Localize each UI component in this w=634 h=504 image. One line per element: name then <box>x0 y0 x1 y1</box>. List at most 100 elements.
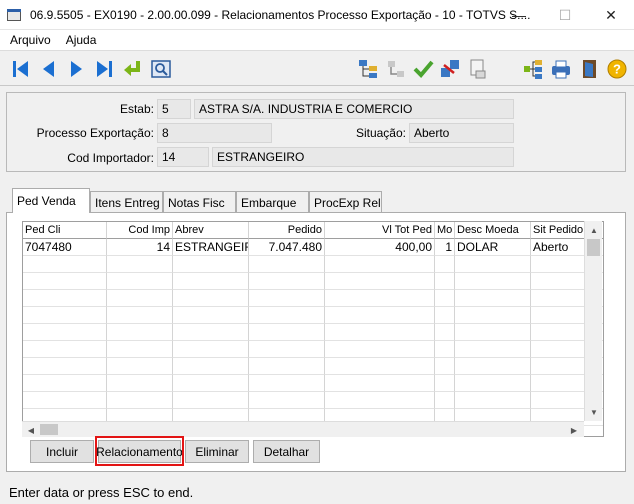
relation-button[interactable] <box>521 57 545 81</box>
empty-grid-cell <box>23 341 107 358</box>
prev-record-button[interactable] <box>37 57 61 81</box>
print-icon <box>552 60 570 79</box>
first-record-button[interactable] <box>9 57 33 81</box>
col-cod-imp[interactable]: Cod Imp <box>107 222 173 239</box>
empty-grid-cell <box>435 290 455 307</box>
exit-icon <box>583 60 596 78</box>
empty-grid-cell <box>23 324 107 341</box>
col-ped-cli[interactable]: Ped Cli <box>23 222 107 239</box>
empty-grid-row <box>23 375 603 392</box>
transfer-icon <box>441 60 459 77</box>
cell-abrev: ESTRANGEIRO <box>173 239 249 256</box>
empty-grid-row <box>23 256 603 273</box>
empty-grid-cell <box>325 256 435 273</box>
scroll-right-icon[interactable]: ▶ <box>567 423 581 437</box>
menu-ajuda[interactable]: Ajuda <box>61 33 102 47</box>
importador-code-field: 14 <box>157 147 209 167</box>
empty-grid-cell <box>23 256 107 273</box>
empty-grid-cell <box>325 290 435 307</box>
empty-grid-cell <box>107 375 173 392</box>
empty-grid-cell <box>249 307 325 324</box>
col-vl-tot-ped[interactable]: Vl Tot Ped <box>325 222 435 239</box>
scroll-down-icon[interactable]: ▼ <box>587 405 601 419</box>
col-abrev[interactable]: Abrev <box>173 222 249 239</box>
vertical-scrollbar[interactable]: ▲ ▼ <box>584 221 602 421</box>
next-record-button[interactable] <box>64 57 88 81</box>
first-icon <box>13 61 28 77</box>
empty-grid-cell <box>455 324 531 341</box>
empty-grid-cell <box>455 256 531 273</box>
empty-grid-cell <box>249 392 325 409</box>
eliminar-button[interactable]: Eliminar <box>185 440 249 463</box>
table-row[interactable]: 7047480 14 ESTRANGEIRO 7.047.480 400,00 … <box>23 239 603 256</box>
empty-grid-cell <box>455 307 531 324</box>
last-record-button[interactable] <box>92 57 116 81</box>
toolbar: ? <box>0 50 634 86</box>
situacao-label: Situação: <box>355 126 406 140</box>
empty-grid-row <box>23 324 603 341</box>
orders-grid[interactable]: Ped Cli Cod Imp Abrev Pedido Vl Tot Ped … <box>22 221 604 437</box>
tab-itens-entreg[interactable]: Itens Entreg <box>90 191 163 212</box>
menu-arquivo[interactable]: Arquivo <box>5 33 56 47</box>
sequence-button[interactable] <box>384 57 408 81</box>
empty-grid-cell <box>107 307 173 324</box>
incluir-button[interactable]: Incluir <box>30 440 94 463</box>
scroll-left-icon[interactable]: ◀ <box>24 423 38 437</box>
empty-grid-cell <box>325 392 435 409</box>
empty-grid-cell <box>107 341 173 358</box>
empty-grid-cell <box>435 324 455 341</box>
empty-grid-cell <box>23 392 107 409</box>
empty-grid-cell <box>435 358 455 375</box>
tree-button[interactable] <box>356 57 380 81</box>
cell-ped-cli: 7047480 <box>23 239 107 256</box>
vertical-scroll-thumb[interactable] <box>587 239 600 256</box>
empty-grid-cell <box>455 375 531 392</box>
empty-grid-cell <box>23 273 107 290</box>
empty-grid-cell <box>107 290 173 307</box>
empty-grid-cell <box>23 307 107 324</box>
cell-pedido: 7.047.480 <box>249 239 325 256</box>
status-bar: Enter data or press ESC to end. <box>9 485 194 500</box>
empty-grid-cell <box>249 375 325 392</box>
tab-notas-fisc[interactable]: Notas Fisc <box>163 191 236 212</box>
empty-grid-cell <box>455 341 531 358</box>
scroll-up-icon[interactable]: ▲ <box>587 223 601 237</box>
relation-icon <box>524 60 542 79</box>
empty-grid-cell <box>325 358 435 375</box>
confirm-button[interactable] <box>411 57 435 81</box>
detalhar-button[interactable]: Detalhar <box>253 440 320 463</box>
maximize-button[interactable]: ☐ <box>542 0 588 30</box>
tab-embarque[interactable]: Embarque <box>236 191 309 212</box>
sequence-icon <box>388 61 404 77</box>
minimize-button[interactable]: — <box>496 0 542 30</box>
cell-vl-tot-ped: 400,00 <box>325 239 435 256</box>
empty-grid-cell <box>107 324 173 341</box>
help-button[interactable]: ? <box>605 57 629 81</box>
tab-ped-venda[interactable]: Ped Venda <box>12 188 90 213</box>
cell-cod-imp: 14 <box>107 239 173 256</box>
goto-button[interactable] <box>121 57 145 81</box>
print-button[interactable] <box>549 57 573 81</box>
empty-grid-cell <box>325 375 435 392</box>
document-button[interactable] <box>466 57 490 81</box>
grid-header: Ped Cli Cod Imp Abrev Pedido Vl Tot Ped … <box>23 222 603 239</box>
empty-grid-cell <box>107 273 173 290</box>
importador-label: Cod Importador: <box>67 151 154 165</box>
close-button[interactable]: ✕ <box>588 0 634 30</box>
empty-grid-cell <box>435 392 455 409</box>
empty-grid-cell <box>325 324 435 341</box>
col-mo[interactable]: Mo <box>435 222 455 239</box>
empty-grid-cell <box>455 392 531 409</box>
horizontal-scrollbar[interactable]: ◀ ▶ <box>22 421 584 437</box>
transfer-button[interactable] <box>438 57 462 81</box>
empty-grid-cell <box>455 273 531 290</box>
search-button[interactable] <box>149 57 173 81</box>
empty-grid-row <box>23 358 603 375</box>
empty-grid-cell <box>249 324 325 341</box>
exit-button[interactable] <box>578 57 602 81</box>
col-desc-moeda[interactable]: Desc Moeda <box>455 222 531 239</box>
horizontal-scroll-thumb[interactable] <box>40 424 58 435</box>
tab-procexp-rel[interactable]: ProcExp Rel <box>309 191 382 212</box>
tree-icon <box>359 60 377 78</box>
col-pedido[interactable]: Pedido <box>249 222 325 239</box>
